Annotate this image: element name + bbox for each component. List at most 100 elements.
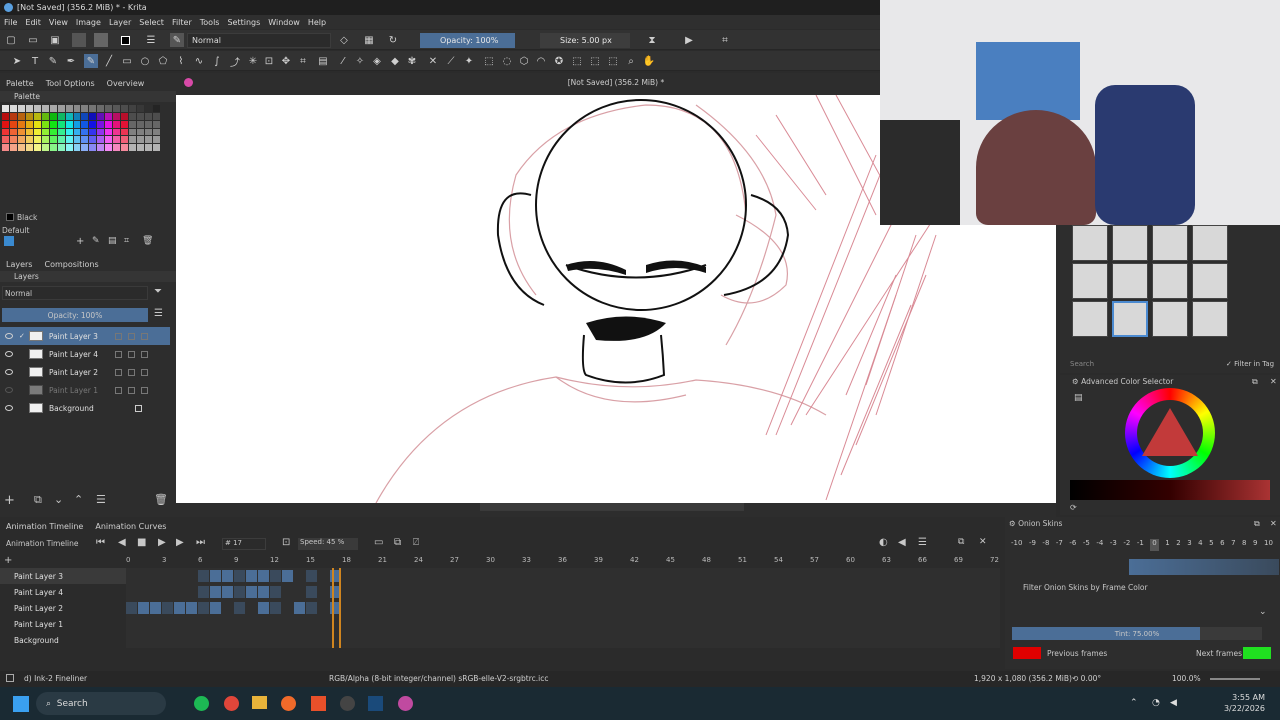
- alpha-lock-icon[interactable]: [115, 386, 122, 394]
- previous-frames-color[interactable]: [1013, 647, 1041, 659]
- palette-swatch[interactable]: [25, 128, 33, 136]
- palette-name[interactable]: Default: [2, 226, 29, 235]
- palette-swatch[interactable]: [97, 120, 105, 128]
- keyframe[interactable]: [234, 602, 245, 614]
- layer-name[interactable]: Paint Layer 4: [49, 350, 109, 359]
- brush-preset[interactable]: [1152, 301, 1188, 337]
- polyline-tool-icon[interactable]: ⌇: [174, 54, 188, 68]
- volume-icon[interactable]: ◀: [898, 537, 906, 548]
- onion-frame-number[interactable]: 0: [1150, 539, 1159, 551]
- palette-swatch[interactable]: [41, 128, 49, 136]
- steam-icon[interactable]: [368, 696, 383, 711]
- palette-swatch[interactable]: [73, 105, 81, 112]
- palette-swatch[interactable]: [57, 144, 65, 151]
- color-settings-icon[interactable]: ▤: [1074, 393, 1083, 403]
- onion-frame-number[interactable]: -7: [1056, 539, 1063, 551]
- keyframe[interactable]: [258, 570, 269, 582]
- line-tool-icon[interactable]: ╱: [102, 54, 116, 68]
- layer-filter-icon[interactable]: ⏷: [154, 286, 162, 297]
- keyframe[interactable]: [270, 570, 281, 582]
- palette-swatch[interactable]: [113, 120, 121, 128]
- visibility-eye-icon[interactable]: [5, 369, 13, 375]
- palette-swatch[interactable]: [105, 120, 113, 128]
- onion-frame-number[interactable]: 2: [1176, 539, 1180, 551]
- chrome-icon[interactable]: [224, 696, 239, 711]
- color-history-strip[interactable]: [1070, 480, 1270, 500]
- color-triangle[interactable]: [1142, 408, 1198, 456]
- keyframe[interactable]: [258, 586, 269, 598]
- tab-overview[interactable]: Overview: [101, 79, 151, 88]
- freehand-path-icon[interactable]: ∫: [210, 54, 224, 68]
- timeline-layer[interactable]: Background: [0, 632, 126, 648]
- palette-swatch[interactable]: [33, 112, 41, 120]
- gradient-icon[interactable]: [72, 33, 86, 47]
- inherit-alpha-icon[interactable]: [128, 368, 135, 376]
- crop-tool-icon[interactable]: ⌗: [296, 54, 310, 68]
- palette-swatch[interactable]: [49, 105, 57, 112]
- speed-input[interactable]: Speed: 45 %: [298, 538, 358, 550]
- edit-shapes-icon[interactable]: ✎: [46, 54, 60, 68]
- palette-swatch[interactable]: [113, 112, 121, 120]
- firefox-icon[interactable]: [281, 696, 296, 711]
- palette-swatch[interactable]: [65, 120, 73, 128]
- tab-layers[interactable]: Layers: [0, 260, 38, 269]
- palette-swatch[interactable]: [9, 120, 17, 128]
- onion-frame-number[interactable]: 10: [1264, 539, 1273, 551]
- onion-frame-number[interactable]: 7: [1231, 539, 1235, 551]
- palette-swatch[interactable]: [97, 144, 105, 151]
- taskbar-search[interactable]: ⌕ Search: [36, 692, 166, 715]
- last-frame-icon[interactable]: ⏭: [196, 537, 205, 548]
- bezier-select-icon[interactable]: ⬚: [588, 54, 602, 68]
- palette-swatch[interactable]: [97, 128, 105, 136]
- onion-frame-number[interactable]: 5: [1209, 539, 1213, 551]
- brush-presets-icon[interactable]: ☰: [144, 33, 158, 47]
- keyframe[interactable]: [270, 602, 281, 614]
- palette-swatch[interactable]: [33, 128, 41, 136]
- palette-swatch[interactable]: [145, 128, 153, 136]
- clock-date[interactable]: 3/22/2026: [1205, 704, 1265, 713]
- palette-swatches[interactable]: [2, 105, 160, 151]
- keyframe[interactable]: [306, 602, 317, 614]
- lock-icon[interactable]: [141, 350, 148, 358]
- playhead[interactable]: [332, 568, 341, 648]
- play-icon[interactable]: ▶: [158, 537, 166, 548]
- tab-compositions[interactable]: Compositions: [38, 260, 104, 269]
- alpha-lock-icon[interactable]: [114, 332, 122, 340]
- palette-swatch[interactable]: [49, 128, 57, 136]
- freehand-brush-icon[interactable]: ✎: [84, 54, 98, 68]
- hue-ring[interactable]: [1125, 388, 1215, 478]
- palette-swatch[interactable]: [105, 112, 113, 120]
- fill-tool-icon[interactable]: ◈: [370, 54, 384, 68]
- delete-swatch-icon[interactable]: 🗑: [142, 236, 153, 246]
- palette-swatch[interactable]: [81, 144, 89, 151]
- lock-icon[interactable]: [140, 332, 148, 340]
- layer-properties-icon[interactable]: ☰: [96, 493, 106, 506]
- palette-swatch[interactable]: [121, 128, 129, 136]
- float-timeline-icon[interactable]: ⧉: [958, 537, 964, 547]
- palette-swatch[interactable]: [97, 105, 105, 112]
- palette-swatch[interactable]: [73, 144, 81, 151]
- palette-swatch[interactable]: [105, 128, 113, 136]
- brush-name[interactable]: d) Ink-2 Fineliner: [24, 674, 87, 683]
- add-timeline-layer-icon[interactable]: +: [4, 555, 12, 566]
- zoom-slider[interactable]: [1210, 678, 1260, 680]
- palette-swatch[interactable]: [129, 128, 137, 136]
- layer-row[interactable]: Paint Layer 4: [0, 345, 170, 363]
- keyframe[interactable]: [198, 602, 209, 614]
- layer-name[interactable]: Paint Layer 2: [49, 368, 109, 377]
- palette-swatch[interactable]: [89, 120, 97, 128]
- magnetic-select-icon[interactable]: ⬚: [606, 54, 620, 68]
- timeline-layer[interactable]: Paint Layer 2: [0, 600, 126, 616]
- palette-swatch[interactable]: [2, 128, 9, 136]
- palette-swatch[interactable]: [81, 112, 89, 120]
- keyframe[interactable]: [186, 602, 197, 614]
- add-swatch-icon[interactable]: +: [76, 236, 84, 247]
- palette-swatch[interactable]: [153, 120, 160, 128]
- palette-swatch[interactable]: [153, 112, 160, 120]
- palette-swatch[interactable]: [9, 105, 17, 112]
- palette-swatch[interactable]: [25, 144, 33, 151]
- palette-swatch[interactable]: [129, 105, 137, 112]
- keyframe[interactable]: [138, 602, 149, 614]
- palette-swatch[interactable]: [33, 144, 41, 151]
- network-icon[interactable]: ◔: [1152, 698, 1160, 708]
